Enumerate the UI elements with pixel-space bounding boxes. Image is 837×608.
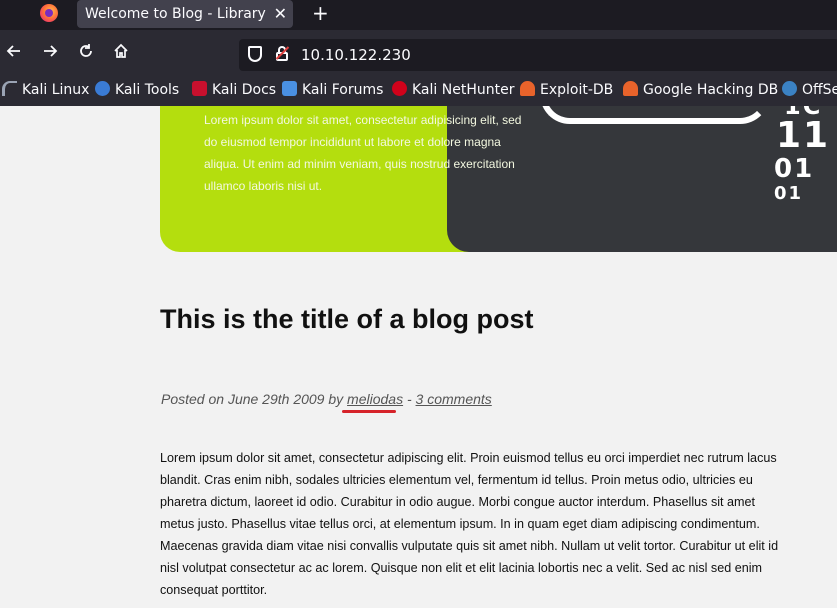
browser-tab[interactable]: Welcome to Blog - Library Ma ✕: [77, 0, 293, 28]
tab-bar: Welcome to Blog - Library Ma ✕ +: [0, 0, 837, 30]
ghdb-icon: [623, 81, 638, 96]
url-text[interactable]: 10.10.122.230: [301, 44, 411, 66]
hero-graphic-arc: [540, 106, 770, 124]
reload-icon[interactable]: [75, 42, 97, 66]
kali-docs-icon: [192, 81, 207, 96]
bookmark-kali-linux[interactable]: Kali Linux: [2, 80, 89, 100]
bookmark-exploit-db[interactable]: Exploit-DB: [520, 80, 613, 100]
offsec-icon: [782, 81, 797, 96]
kali-nethunter-icon: [392, 81, 407, 96]
close-tab-icon[interactable]: ✕: [274, 0, 287, 28]
bookmark-kali-forums[interactable]: Kali Forums: [282, 80, 383, 100]
bookmark-offsec[interactable]: OffSec: [782, 80, 837, 100]
bookmark-google-hacking-db[interactable]: Google Hacking DB: [623, 80, 778, 100]
kali-forums-icon: [282, 81, 297, 96]
author-red-underline: [342, 410, 396, 413]
exploit-db-icon: [520, 81, 535, 96]
tab-title: Welcome to Blog - Library Ma: [85, 6, 271, 22]
forward-arrow-icon[interactable]: [39, 42, 61, 66]
kali-dragon-icon: [2, 81, 17, 96]
binary-graphic: 01: [774, 154, 815, 184]
binary-graphic: 11: [776, 115, 831, 156]
comments-link[interactable]: 3 comments: [416, 391, 492, 407]
bookmark-kali-nethunter[interactable]: Kali NetHunter: [392, 80, 514, 100]
post-title: This is the title of a blog post: [160, 304, 534, 334]
tracking-protection-shield-icon[interactable]: [248, 46, 262, 62]
author-link[interactable]: meliodas: [347, 391, 403, 407]
meta-separator: -: [406, 391, 412, 407]
binary-graphic: 01: [774, 183, 804, 204]
post-date: Posted on June 29th 2009 by: [161, 391, 344, 407]
bookmark-kali-docs[interactable]: Kali Docs: [192, 80, 276, 100]
hero-text: Lorem ipsum dolor sit amet, consectetur …: [204, 113, 522, 193]
insecure-lock-icon[interactable]: [275, 46, 290, 61]
web-page: 1C 11 01 01 Lorem ipsum dolor sit amet, …: [0, 106, 837, 608]
new-tab-button[interactable]: +: [312, 1, 329, 25]
home-icon[interactable]: [110, 42, 132, 66]
post-meta: Posted on June 29th 2009 by meliodas - 3…: [161, 389, 492, 409]
bookmark-kali-tools[interactable]: Kali Tools: [95, 80, 179, 100]
kali-tools-icon: [95, 81, 110, 96]
firefox-logo-icon[interactable]: [40, 4, 58, 22]
back-arrow-icon[interactable]: [3, 42, 25, 66]
post-body: Lorem ipsum dolor sit amet, consectetur …: [160, 451, 779, 597]
bookmarks-toolbar: Kali Linux Kali Tools Kali Docs Kali For…: [0, 76, 837, 106]
